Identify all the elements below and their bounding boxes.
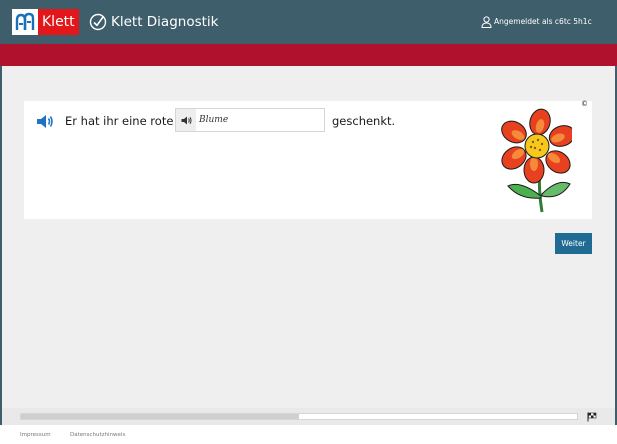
- next-button[interactable]: Weiter: [555, 233, 592, 254]
- progress-bar: [20, 413, 578, 420]
- check-circle-icon: [89, 13, 107, 31]
- user-icon: [481, 16, 492, 28]
- klett-logo-icon: [12, 9, 38, 35]
- progress-fill: [21, 414, 299, 419]
- copyright-mark: ©: [581, 100, 588, 108]
- user-status[interactable]: Angemeldet als c6tc 5h1c: [494, 15, 592, 29]
- accent-bar: [0, 44, 617, 66]
- imprint-link[interactable]: Impressum: [20, 432, 51, 438]
- privacy-link[interactable]: Datenschutzhinweis: [70, 432, 125, 438]
- app-title: Klett Diagnostik: [111, 14, 219, 30]
- top-bar: Klett Klett Diagnostik Angemeldet als c6…: [0, 0, 617, 44]
- klett-logo[interactable]: Klett: [12, 9, 82, 35]
- finish-flag-icon: [587, 412, 597, 422]
- answer-input[interactable]: Blume: [175, 108, 325, 132]
- answer-speaker-icon[interactable]: [176, 109, 196, 131]
- logo-text: Klett: [38, 9, 79, 35]
- sentence-start: Er hat ihr eine rote: [65, 114, 174, 128]
- speaker-icon[interactable]: [36, 114, 54, 129]
- sentence-end: geschenkt.: [332, 114, 396, 128]
- footer: Impressum Datenschutzhinweis: [0, 425, 617, 444]
- flower-image: [501, 108, 572, 213]
- answer-value: Blume: [199, 115, 229, 125]
